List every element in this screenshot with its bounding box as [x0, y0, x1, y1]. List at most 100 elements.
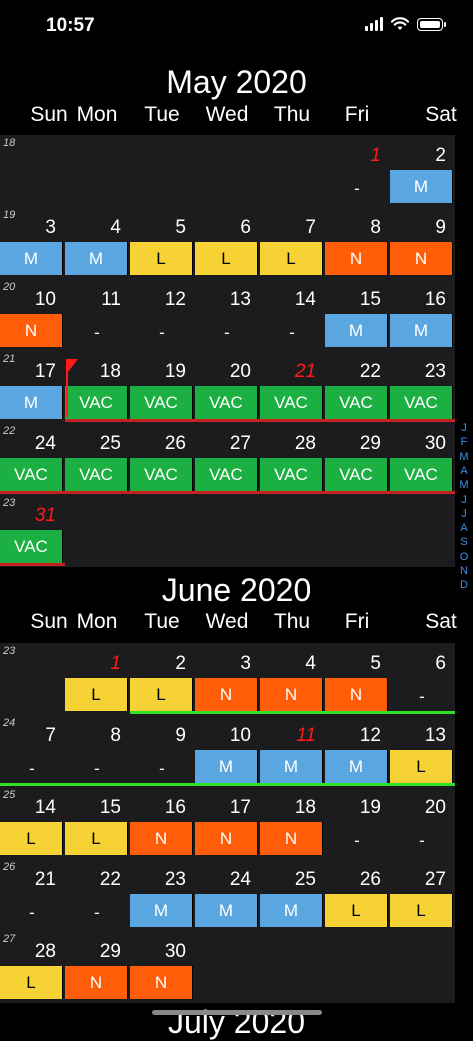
shift-n[interactable]: N: [195, 822, 258, 855]
shift-vac[interactable]: VAC: [260, 458, 323, 491]
shift-vac[interactable]: VAC: [0, 530, 63, 563]
shift-vac[interactable]: VAC: [65, 458, 128, 491]
shift-none[interactable]: -: [325, 831, 389, 851]
shift-m[interactable]: M: [0, 386, 63, 419]
shift-vac[interactable]: VAC: [260, 386, 323, 419]
day-number[interactable]: 19: [130, 361, 186, 383]
day-number[interactable]: 13: [390, 725, 446, 747]
month-index-letter[interactable]: D: [455, 578, 473, 592]
day-number[interactable]: 7: [0, 725, 56, 747]
shift-vac[interactable]: VAC: [0, 458, 63, 491]
shift-vac[interactable]: VAC: [195, 458, 258, 491]
day-number[interactable]: 28: [0, 941, 56, 963]
month-index-letter[interactable]: J: [455, 421, 473, 435]
day-number[interactable]: 12: [325, 725, 381, 747]
shift-n[interactable]: N: [130, 966, 193, 999]
day-number[interactable]: 21: [0, 869, 56, 891]
day-number[interactable]: 26: [325, 869, 381, 891]
shift-n[interactable]: N: [260, 822, 323, 855]
shift-vac[interactable]: VAC: [325, 458, 388, 491]
shift-n[interactable]: N: [390, 242, 453, 275]
shift-none[interactable]: -: [390, 687, 454, 707]
shift-l[interactable]: L: [195, 242, 258, 275]
day-number[interactable]: 26: [130, 433, 186, 455]
day-number[interactable]: 20: [390, 797, 446, 819]
shift-m[interactable]: M: [390, 314, 453, 347]
day-number[interactable]: 9: [130, 725, 186, 747]
day-number[interactable]: 29: [325, 433, 381, 455]
shift-l[interactable]: L: [130, 242, 193, 275]
shift-n[interactable]: N: [130, 822, 193, 855]
month-index-letter[interactable]: A: [455, 464, 473, 478]
day-number[interactable]: 21: [260, 361, 316, 383]
day-number[interactable]: 17: [0, 361, 56, 383]
month-index-letter[interactable]: J: [455, 493, 473, 507]
shift-none[interactable]: -: [130, 759, 194, 779]
day-number[interactable]: 9: [390, 217, 446, 239]
shift-n[interactable]: N: [65, 966, 128, 999]
shift-none[interactable]: -: [65, 323, 129, 343]
month-index-letter[interactable]: N: [455, 564, 473, 578]
shift-vac[interactable]: VAC: [390, 386, 453, 419]
shift-vac[interactable]: VAC: [195, 386, 258, 419]
day-number[interactable]: 18: [260, 797, 316, 819]
shift-vac[interactable]: VAC: [325, 386, 388, 419]
day-number[interactable]: 10: [195, 725, 251, 747]
shift-n[interactable]: N: [0, 314, 63, 347]
day-number[interactable]: 28: [260, 433, 316, 455]
day-number[interactable]: 25: [260, 869, 316, 891]
day-number[interactable]: 15: [65, 797, 121, 819]
day-number[interactable]: 1: [325, 145, 381, 167]
shift-n[interactable]: N: [325, 678, 388, 711]
shift-m[interactable]: M: [260, 750, 323, 783]
day-number[interactable]: 22: [65, 869, 121, 891]
month-index-letter[interactable]: O: [455, 550, 473, 564]
day-number[interactable]: 30: [390, 433, 446, 455]
day-number[interactable]: 16: [390, 289, 446, 311]
day-number[interactable]: 13: [195, 289, 251, 311]
shift-l[interactable]: L: [65, 678, 128, 711]
day-number[interactable]: 20: [195, 361, 251, 383]
month-index-letter[interactable]: A: [455, 521, 473, 535]
shift-m[interactable]: M: [195, 894, 258, 927]
day-number[interactable]: 4: [260, 653, 316, 675]
shift-none[interactable]: -: [260, 323, 324, 343]
month-index-letter[interactable]: S: [455, 535, 473, 549]
day-number[interactable]: 25: [65, 433, 121, 455]
shift-none[interactable]: -: [0, 759, 64, 779]
day-number[interactable]: 4: [65, 217, 121, 239]
day-number[interactable]: 14: [0, 797, 56, 819]
shift-m[interactable]: M: [65, 242, 128, 275]
shift-l[interactable]: L: [65, 822, 128, 855]
shift-m[interactable]: M: [325, 314, 388, 347]
day-number[interactable]: 24: [195, 869, 251, 891]
shift-none[interactable]: -: [390, 831, 454, 851]
day-number[interactable]: 5: [130, 217, 186, 239]
shift-n[interactable]: N: [325, 242, 388, 275]
month-index-letter[interactable]: M: [455, 450, 473, 464]
shift-m[interactable]: M: [130, 894, 193, 927]
shift-l[interactable]: L: [260, 242, 323, 275]
day-number[interactable]: 3: [0, 217, 56, 239]
shift-l[interactable]: L: [390, 750, 453, 783]
day-number[interactable]: 12: [130, 289, 186, 311]
shift-none[interactable]: -: [65, 903, 129, 923]
day-number[interactable]: 7: [260, 217, 316, 239]
shift-vac[interactable]: VAC: [390, 458, 453, 491]
shift-n[interactable]: N: [195, 678, 258, 711]
shift-m[interactable]: M: [195, 750, 258, 783]
shift-none[interactable]: -: [65, 759, 129, 779]
shift-none[interactable]: -: [325, 179, 389, 199]
day-number[interactable]: 11: [65, 289, 121, 311]
day-number[interactable]: 1: [65, 653, 121, 675]
shift-l[interactable]: L: [0, 822, 63, 855]
shift-none[interactable]: -: [0, 903, 64, 923]
shift-m[interactable]: M: [0, 242, 63, 275]
shift-l[interactable]: L: [0, 966, 63, 999]
day-number[interactable]: 24: [0, 433, 56, 455]
shift-n[interactable]: N: [260, 678, 323, 711]
shift-m[interactable]: M: [260, 894, 323, 927]
day-number[interactable]: 23: [130, 869, 186, 891]
day-number[interactable]: 5: [325, 653, 381, 675]
month-index-letter[interactable]: F: [455, 435, 473, 449]
